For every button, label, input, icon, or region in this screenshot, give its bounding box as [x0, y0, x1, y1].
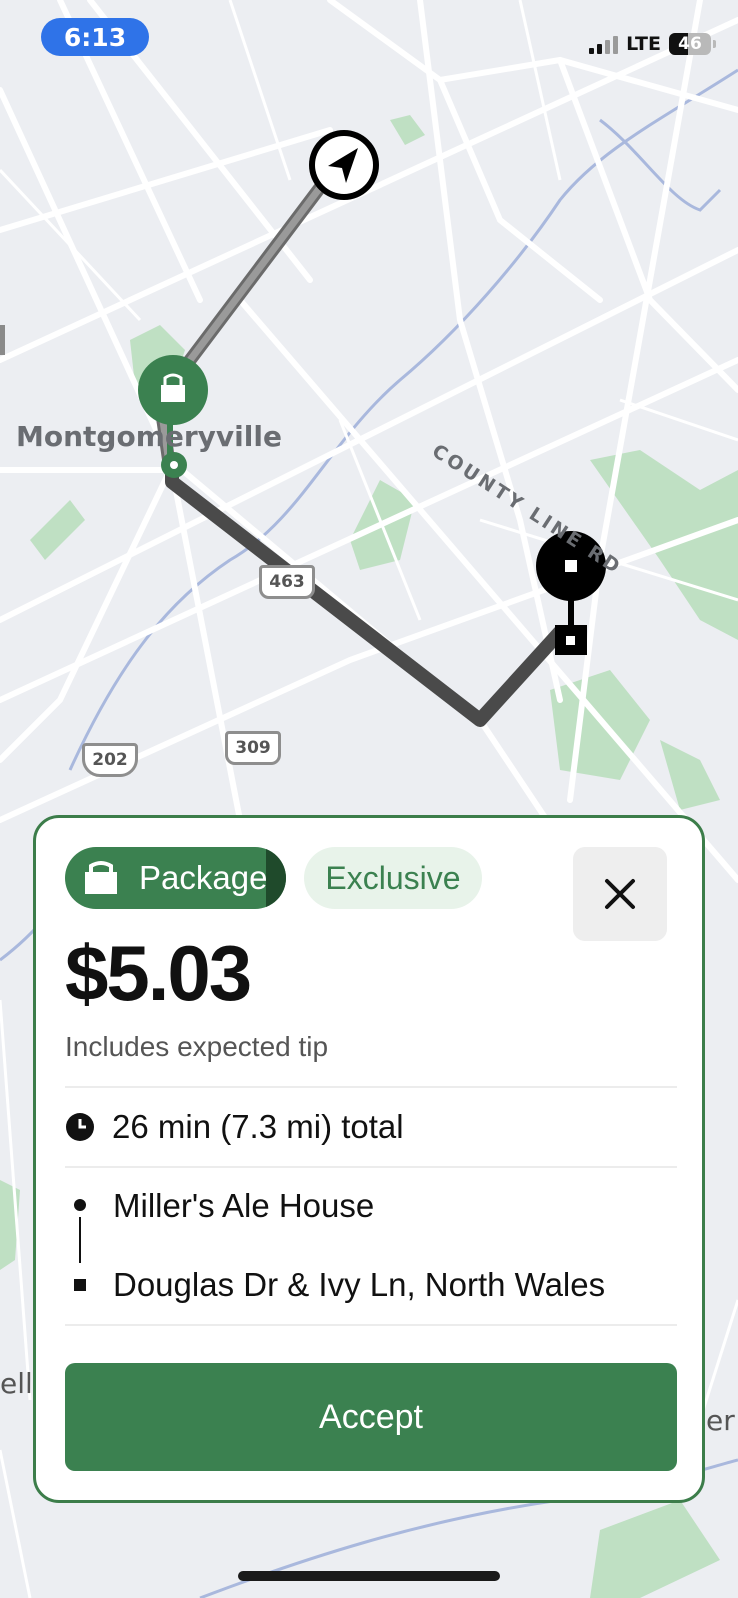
- driver-location-icon: [309, 130, 379, 200]
- package-type-chip: Package: [65, 847, 286, 909]
- offer-card: Package Exclusive $5.03 Includes expecte…: [33, 815, 705, 1503]
- divider: [65, 1086, 677, 1088]
- route-shield-309: 309: [225, 731, 281, 765]
- accept-button[interactable]: Accept: [65, 1363, 677, 1471]
- offer-price: $5.03: [65, 929, 252, 1017]
- clock-icon: [66, 1113, 94, 1141]
- package-type-label: Package: [139, 859, 268, 896]
- close-icon: [605, 879, 635, 909]
- package-bag-icon: [85, 861, 117, 894]
- battery-level: 46: [678, 34, 702, 54]
- divider: [65, 1324, 677, 1326]
- map-edge-label-left: ell: [0, 1367, 33, 1400]
- divider: [65, 1166, 677, 1168]
- cellular-signal-icon: [589, 34, 619, 54]
- exclusive-tag: Exclusive: [304, 847, 482, 909]
- status-time-pill[interactable]: 6:13: [41, 18, 149, 56]
- network-type: LTE: [626, 33, 661, 55]
- close-button[interactable]: [573, 847, 667, 941]
- stop-connector: [79, 1217, 81, 1263]
- dropoff-location: Douglas Dr & Ivy Ln, North Wales: [113, 1266, 606, 1303]
- route-shield-463: 463: [259, 565, 315, 599]
- pickup-dot-icon: [74, 1199, 86, 1211]
- pickup-location: Miller's Ale House: [113, 1187, 375, 1224]
- trip-duration: 26 min (7.3 mi) total: [112, 1108, 404, 1145]
- map-town-label: Montgomeryville: [16, 420, 282, 453]
- home-indicator[interactable]: [238, 1571, 500, 1581]
- price-note: Includes expected tip: [65, 1031, 329, 1062]
- trip-duration-row: 26 min (7.3 mi) total: [65, 1107, 404, 1147]
- status-indicators: LTE 46: [589, 30, 716, 58]
- map-edge-label-right: er: [706, 1404, 735, 1437]
- dropoff-square-icon: [74, 1279, 86, 1291]
- battery-icon: 46: [669, 33, 711, 55]
- route-shield-202: 202: [82, 743, 138, 777]
